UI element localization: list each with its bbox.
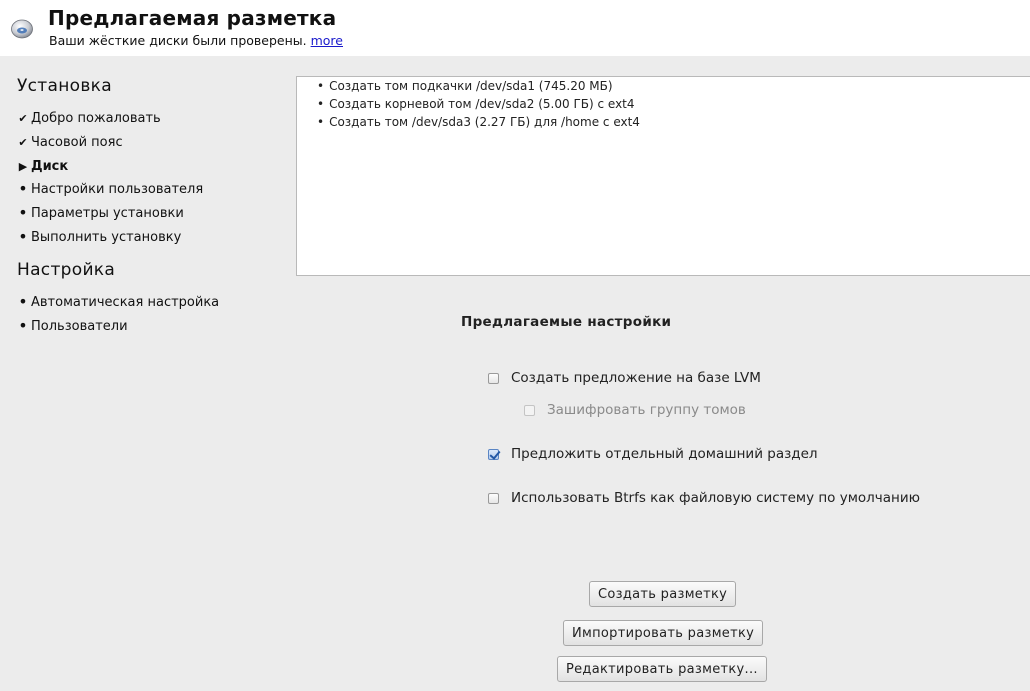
import-partitioning-button[interactable]: Импортировать разметку [563,620,764,646]
proposal-item: Создать том /dev/sda3 (2.27 ГБ) для /hom… [317,113,1030,131]
sidebar-item-label: Часовой пояс [31,134,123,150]
bullet-icon: • [18,227,28,246]
create-partitioning-button[interactable]: Создать разметку [589,581,737,607]
sidebar-item-auto-config: • Автоматическая настройка [17,292,219,312]
encrypt-checkbox-label: Зашифровать группу томов [547,402,746,418]
sidebar-item-label: Настройки пользователя [31,181,204,197]
encrypt-checkbox[interactable] [524,404,535,416]
header: Предлагаемая разметка Ваши жёсткие диски… [0,0,1030,56]
sidebar-item-label: Пользователи [31,318,128,334]
sidebar-item-label: Диск [31,158,69,174]
sidebar-item-install-params: • Параметры установки [17,203,184,223]
more-link[interactable]: more [311,33,343,48]
btrfs-checkbox-row[interactable]: Использовать Btrfs как файловую систему … [488,490,920,506]
proposal-list: Создать том подкачки /dev/sda1 (745.20 М… [317,77,1030,131]
lvm-checkbox-row[interactable]: Создать предложение на базе LVM [488,370,761,386]
sidebar-item-label: Автоматическая настройка [31,294,220,310]
checkmark-icon: ✔ [18,135,28,149]
lvm-checkbox-label: Создать предложение на базе LVM [511,370,761,386]
proposal-item: Создать корневой том /dev/sda2 (5.00 ГБ)… [317,95,1030,113]
bullet-icon: • [18,316,28,335]
encrypt-checkbox-row[interactable]: Зашифровать группу томов [524,402,746,418]
arrow-right-icon: ▶ [18,159,28,173]
content-area: Установка ✔ Добро пожаловать ✔ Часовой п… [0,56,1030,691]
home-checkbox-label: Предложить отдельный домашний раздел [511,446,818,462]
proposal-item: Создать том подкачки /dev/sda1 (745.20 М… [317,77,1030,95]
home-checkbox-row[interactable]: Предложить отдельный домашний раздел [488,446,818,462]
checkmark-icon: ✔ [18,111,28,125]
sidebar-heading-config: Настройка [17,260,116,280]
bullet-icon: • [18,203,28,222]
btrfs-checkbox-label: Использовать Btrfs как файловую систему … [511,490,921,506]
sidebar-item-user-settings: • Настройки пользователя [17,179,203,199]
options-title: Предлагаемые настройки [461,314,672,330]
sidebar-item-label: Параметры установки [31,205,184,221]
subtitle-text: Ваши жёсткие диски были проверены. [49,33,307,48]
sidebar-item-disk: ▶ Диск [17,156,68,176]
disk-icon [11,19,33,39]
home-checkbox[interactable] [488,448,499,460]
bullet-icon: • [18,292,28,311]
proposal-summary[interactable]: Создать том подкачки /dev/sda1 (745.20 М… [296,76,1030,276]
edit-partitioning-button[interactable]: Редактировать разметку... [557,656,767,682]
bullet-icon: • [18,179,28,198]
lvm-checkbox[interactable] [488,372,499,384]
btrfs-checkbox[interactable] [488,492,499,504]
page-subtitle: Ваши жёсткие диски были проверены. more [49,33,343,48]
page-title: Предлагаемая разметка [48,6,337,30]
sidebar-item-label: Добро пожаловать [31,110,161,126]
sidebar-heading-install: Установка [17,76,112,96]
sidebar-item-users: • Пользователи [17,316,128,336]
sidebar-item-perform-install: • Выполнить установку [17,227,181,247]
sidebar: Установка ✔ Добро пожаловать ✔ Часовой п… [0,56,290,691]
sidebar-item-timezone: ✔ Часовой пояс [17,132,123,152]
sidebar-item-welcome: ✔ Добро пожаловать [17,108,161,128]
sidebar-item-label: Выполнить установку [31,229,182,245]
